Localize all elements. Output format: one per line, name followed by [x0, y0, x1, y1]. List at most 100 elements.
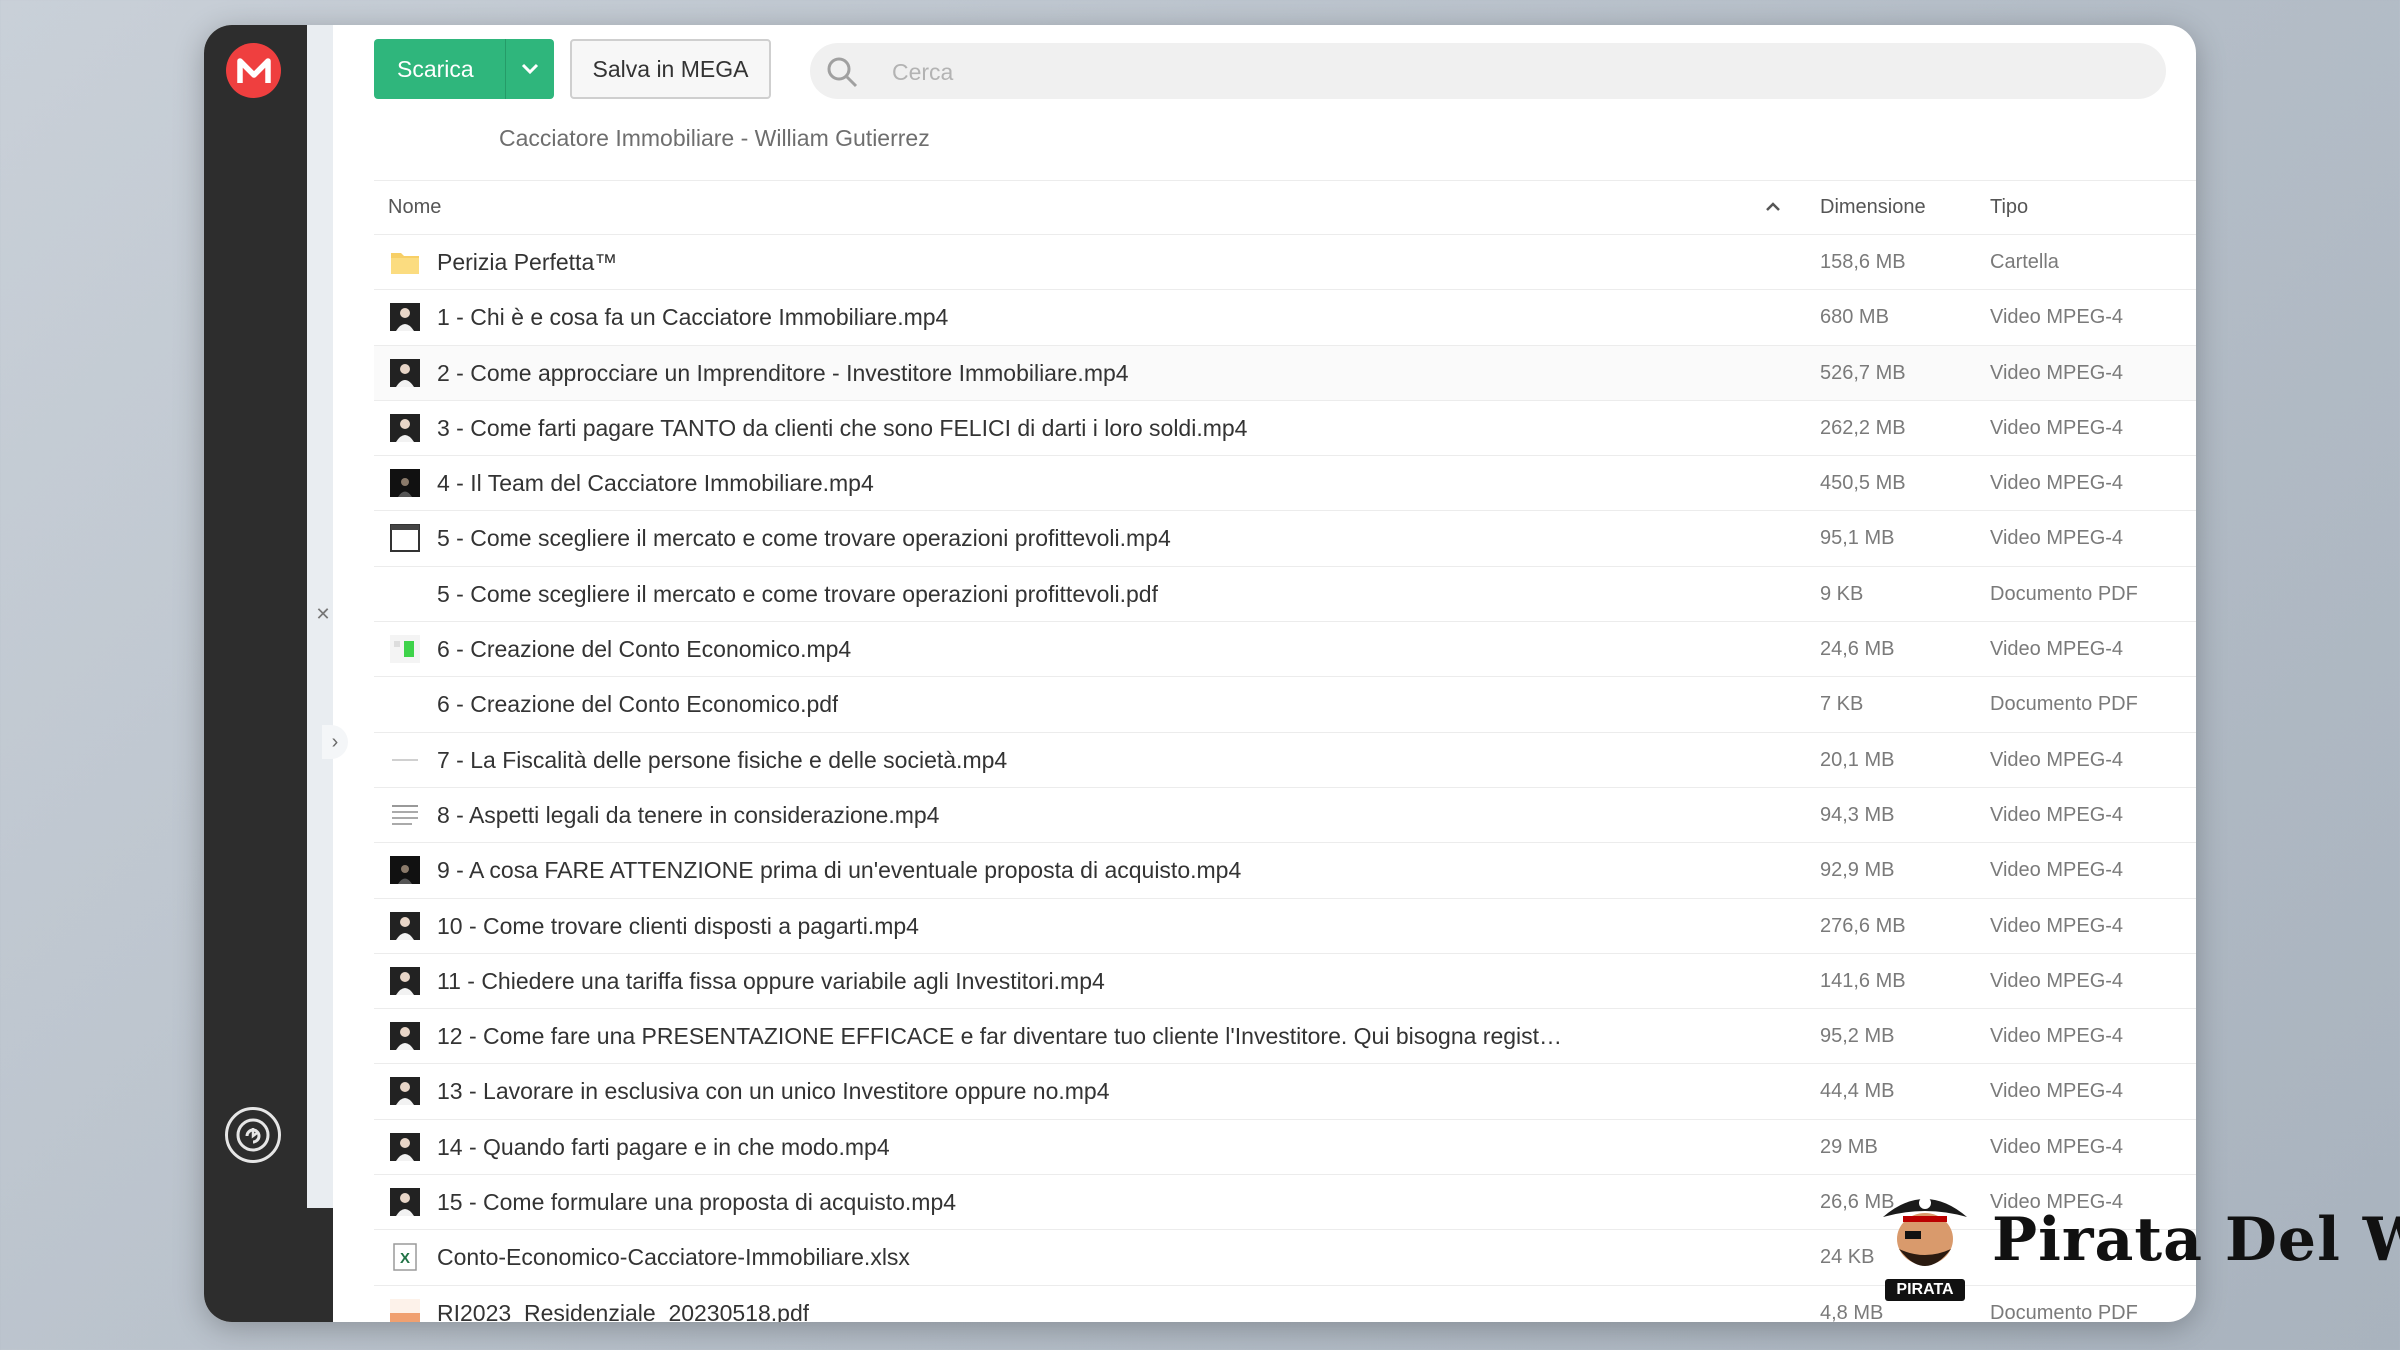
file-name[interactable]: 7 - La Fiscalità delle persone fisiche e… [437, 733, 1007, 787]
table-row[interactable]: 8 - Aspetti legali da tenere in consider… [374, 788, 2196, 844]
table-row[interactable]: 4 - Il Team del Cacciatore Immobiliare.m… [374, 456, 2196, 512]
search-icon [826, 56, 858, 88]
file-thumbnail-icon [390, 800, 420, 829]
file-name[interactable]: 13 - Lavorare in esclusiva con un unico … [437, 1064, 1110, 1118]
file-thumbnail-icon [390, 1077, 420, 1106]
table-row[interactable]: 5 - Come scegliere il mercato e come tro… [374, 511, 2196, 567]
file-name[interactable]: Conto-Economico-Cacciatore-Immobiliare.x… [437, 1230, 910, 1284]
file-name[interactable]: 2 - Come approcciare un Imprenditore - I… [437, 346, 1129, 400]
file-type: Video MPEG-4 [1990, 1135, 2124, 1158]
file-thumbnail-icon [390, 635, 420, 664]
file-size: 526,7 MB [1820, 361, 1906, 384]
file-thumbnail-icon [390, 413, 420, 442]
file-thumbnail-icon [390, 966, 420, 995]
column-header-size[interactable]: Dimensione [1820, 181, 1926, 234]
file-name[interactable]: 8 - Aspetti legali da tenere in consider… [437, 788, 939, 842]
file-type: Video MPEG-4 [1990, 361, 2124, 384]
file-size: 24 KB [1820, 1246, 1875, 1269]
file-name[interactable]: 9 - A cosa FARE ATTENZIONE prima di un'e… [437, 843, 1241, 897]
table-row[interactable]: 9 - A cosa FARE ATTENZIONE prima di un'e… [374, 843, 2196, 899]
file-name[interactable]: 5 - Come scegliere il mercato e come tro… [437, 567, 1158, 621]
chevron-down-icon[interactable] [505, 39, 554, 99]
file-size: 141,6 MB [1820, 969, 1906, 992]
file-size: 450,5 MB [1820, 472, 1906, 495]
file-thumbnail-icon [390, 1298, 420, 1322]
table-row[interactable]: 1 - Chi è e cosa fa un Cacciatore Immobi… [374, 290, 2196, 346]
file-name[interactable]: 14 - Quando farti pagare e in che modo.m… [437, 1120, 890, 1174]
file-size: 20,1 MB [1820, 748, 1895, 771]
file-type: Documento PDF [1990, 693, 2138, 716]
file-size: 44,4 MB [1820, 1080, 1895, 1103]
table-row[interactable]: Perizia Perfetta™ 158,6 MB Cartella [374, 235, 2196, 291]
file-size: 7 KB [1820, 693, 1864, 716]
transfer-manager-icon[interactable] [225, 1107, 281, 1163]
expand-panel-chevron-icon[interactable]: › [322, 725, 348, 759]
sort-ascending-icon[interactable] [1763, 197, 1783, 217]
table-row[interactable]: 6 - Creazione del Conto Economico.mp4 24,… [374, 622, 2196, 678]
spreadsheet-icon: X [390, 1243, 420, 1272]
table-header: Nome Dimensione Tipo [374, 180, 2196, 235]
file-name[interactable]: Perizia Perfetta™ [437, 235, 617, 289]
file-thumbnail-icon [390, 745, 420, 774]
file-name[interactable]: 11 - Chiedere una tariffa fissa oppure v… [437, 954, 1105, 1008]
close-panel-icon[interactable]: ✕ [314, 603, 332, 625]
pirata-del-web-watermark: PIRATA Pirata Del Web [1875, 1183, 2400, 1303]
column-header-type[interactable]: Tipo [1990, 181, 2028, 234]
file-name[interactable]: 4 - Il Team del Cacciatore Immobiliare.m… [437, 456, 874, 510]
file-type: Video MPEG-4 [1990, 416, 2124, 439]
table-row[interactable]: 5 - Come scegliere il mercato e come tro… [374, 567, 2196, 623]
file-name[interactable]: 12 - Come fare una PRESENTAZIONE EFFICAC… [437, 1009, 1565, 1063]
table-row[interactable]: 2 - Come approcciare un Imprenditore - I… [374, 345, 2196, 401]
table-row[interactable]: 7 - La Fiscalità delle persone fisiche e… [374, 733, 2196, 788]
left-rail [204, 25, 307, 1322]
table-row[interactable]: 10 - Come trovare clienti disposti a pag… [374, 899, 2196, 954]
mega-logo-icon[interactable] [226, 43, 281, 98]
file-type: Video MPEG-4 [1990, 859, 2124, 882]
file-size: 9 KB [1820, 582, 1864, 605]
search-input[interactable] [890, 43, 2144, 101]
table-row[interactable]: 14 - Quando farti pagare e in che modo.m… [374, 1120, 2196, 1176]
file-type: Documento PDF [1990, 582, 2138, 605]
save-to-mega-button[interactable]: Salva in MEGA [570, 39, 771, 99]
search-bar[interactable] [810, 43, 2166, 101]
file-name[interactable]: 6 - Creazione del Conto Economico.pdf [437, 677, 838, 731]
file-thumbnail-icon [390, 1022, 420, 1051]
file-size: 92,9 MB [1820, 859, 1895, 882]
file-size: 276,6 MB [1820, 914, 1906, 937]
column-header-name[interactable]: Nome [388, 181, 441, 234]
file-type: Video MPEG-4 [1990, 748, 2124, 771]
file-type: Video MPEG-4 [1990, 803, 2124, 826]
download-label: Scarica [397, 56, 474, 82]
badge-label: PIRATA [1885, 1279, 1965, 1301]
file-name[interactable]: 5 - Come scegliere il mercato e come tro… [437, 511, 1171, 565]
file-table: Nome Dimensione Tipo Perizia Perfetta™ 15… [374, 180, 2196, 1322]
file-size: 680 MB [1820, 306, 1889, 329]
table-row[interactable]: 13 - Lavorare in esclusiva con un unico … [374, 1064, 2196, 1120]
svg-text:X: X [400, 1250, 410, 1267]
table-row[interactable]: 12 - Come fare una PRESENTAZIONE EFFICAC… [374, 1009, 2196, 1065]
toolbar: Scarica Salva in MEGA [374, 39, 2196, 101]
file-thumbnail-icon [390, 303, 420, 332]
file-name[interactable]: 6 - Creazione del Conto Economico.mp4 [437, 622, 851, 676]
file-name[interactable]: 15 - Come formulare una proposta di acqu… [437, 1175, 956, 1229]
breadcrumb[interactable]: Cacciatore Immobiliare - William Gutierr… [499, 125, 930, 152]
table-row[interactable]: 3 - Come farti pagare TANTO da clienti c… [374, 401, 2196, 457]
file-thumbnail-icon [390, 524, 420, 553]
file-name[interactable]: 1 - Chi è e cosa fa un Cacciatore Immobi… [437, 290, 948, 344]
file-name[interactable]: RI2023_Residenziale_20230518.pdf [437, 1286, 809, 1322]
file-size: 29 MB [1820, 1135, 1878, 1158]
file-name[interactable]: 3 - Come farti pagare TANTO da clienti c… [437, 401, 1247, 455]
file-type: Video MPEG-4 [1990, 638, 2124, 661]
file-type: Video MPEG-4 [1990, 527, 2124, 550]
file-name[interactable]: 10 - Come trovare clienti disposti a pag… [437, 899, 919, 953]
table-row[interactable]: 11 - Chiedere una tariffa fissa oppure v… [374, 954, 2196, 1010]
mega-window: ✕ › Scarica Salva in MEGA Cacciatore Imm… [204, 25, 2196, 1322]
file-size: 158,6 MB [1820, 251, 1906, 273]
file-size: 262,2 MB [1820, 416, 1906, 439]
file-size: 94,3 MB [1820, 803, 1895, 826]
file-thumbnail-icon [390, 469, 420, 498]
brand-text: Pirata Del Web [1992, 1205, 2400, 1275]
file-thumbnail-icon [390, 1132, 420, 1161]
table-row[interactable]: 6 - Creazione del Conto Economico.pdf 7 K… [374, 677, 2196, 733]
download-button[interactable]: Scarica [374, 39, 554, 99]
